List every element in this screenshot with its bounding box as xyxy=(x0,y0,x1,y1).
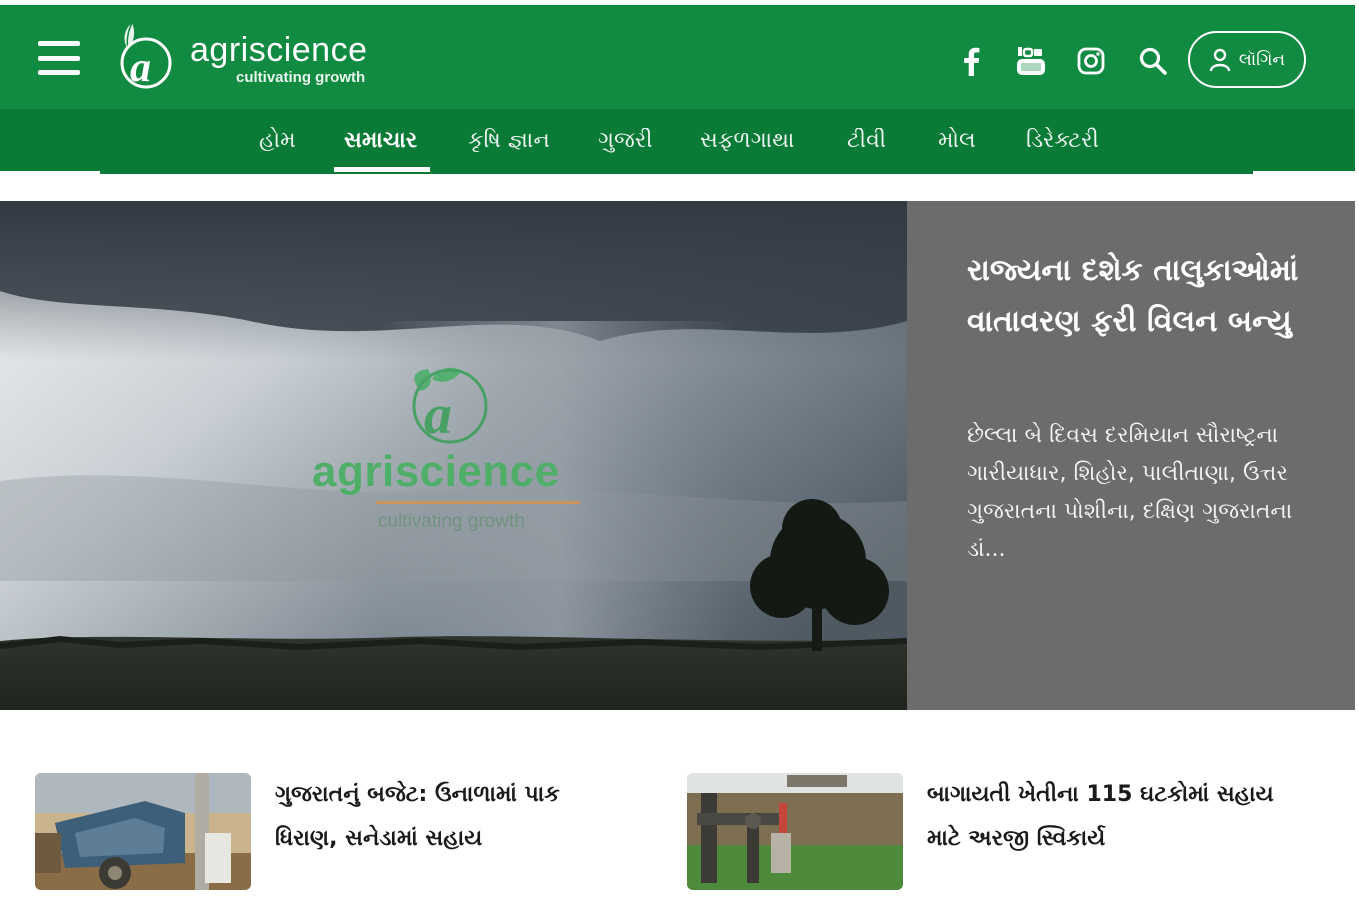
nav-item-success-stories[interactable]: સફળગાથા xyxy=(700,117,794,165)
nav-item-tv[interactable]: ટીવી xyxy=(847,117,886,165)
nav-item-home[interactable]: હોમ xyxy=(259,117,296,165)
instagram-icon[interactable] xyxy=(1071,41,1111,81)
logo-tagline: cultivating growth xyxy=(236,69,366,86)
site-logo[interactable]: a agriscience cultivating growth xyxy=(116,19,396,99)
nav-item-agri-knowledge[interactable]: કૃષિ જ્ઞાન xyxy=(468,117,550,165)
article-title[interactable]: ગુજરાતનું બજેટ: ઉનાળામાં પાક ધિરાણ, સનેડ… xyxy=(275,773,625,861)
article-thumbnail[interactable] xyxy=(35,773,251,890)
nav-item-directory[interactable]: ડિરેક્ટરી xyxy=(1026,117,1099,165)
youtube-icon[interactable] xyxy=(1011,41,1051,81)
hero-text-panel: રાજ્યના દશેક તાલુકાઓમાં વાતાવરણ ફરી વિલન… xyxy=(907,201,1355,710)
hero-watermark-underline xyxy=(376,501,580,504)
hero-description: છેલ્લા બે દિવસ દરમિયાન સૌરાષ્ટ્રના ગારીય… xyxy=(967,423,1293,562)
svg-text:a: a xyxy=(424,384,452,446)
nav-item-market[interactable]: ગુજરી xyxy=(598,117,653,165)
hero-title[interactable]: રાજ્યના દશેક તાલુકાઓમાં વાતાવરણ ફરી વિલન… xyxy=(967,245,1327,347)
hero-watermark-tagline: cultivating growth xyxy=(378,511,525,532)
hero-watermark-text: agriscience xyxy=(312,447,560,496)
top-header-bar: a agriscience cultivating growth લૉગિન xyxy=(0,5,1355,109)
hero-image[interactable]: a agriscience cultivating growth xyxy=(0,201,907,710)
logo-leaf-icon: a xyxy=(120,22,172,91)
search-icon[interactable] xyxy=(1133,41,1173,81)
main-nav-bar xyxy=(0,109,1355,171)
hamburger-menu-icon[interactable] xyxy=(38,41,80,75)
page: a agriscience cultivating growth લૉગિન હ… xyxy=(0,0,1359,900)
facebook-icon[interactable] xyxy=(951,41,991,81)
svg-text:a: a xyxy=(130,45,151,91)
article-title[interactable]: બાગાયતી ખેતીના 115 ઘટકોમાં સહાય માટે અરજ… xyxy=(927,773,1277,861)
login-button[interactable]: લૉગિન xyxy=(1188,31,1306,88)
nav-item-mall[interactable]: મોલ xyxy=(938,117,976,165)
nav-bottom-border xyxy=(100,171,1253,174)
login-label: લૉગિન xyxy=(1238,49,1286,70)
hero-featured-article: a agriscience cultivating growth રાજ્યના… xyxy=(0,201,1355,710)
user-icon xyxy=(1209,48,1231,71)
article-thumbnail[interactable] xyxy=(687,773,903,890)
nav-active-indicator xyxy=(334,167,430,172)
nav-item-news[interactable]: સમાચાર xyxy=(344,117,417,165)
logo-wordmark: agriscience xyxy=(190,31,368,69)
